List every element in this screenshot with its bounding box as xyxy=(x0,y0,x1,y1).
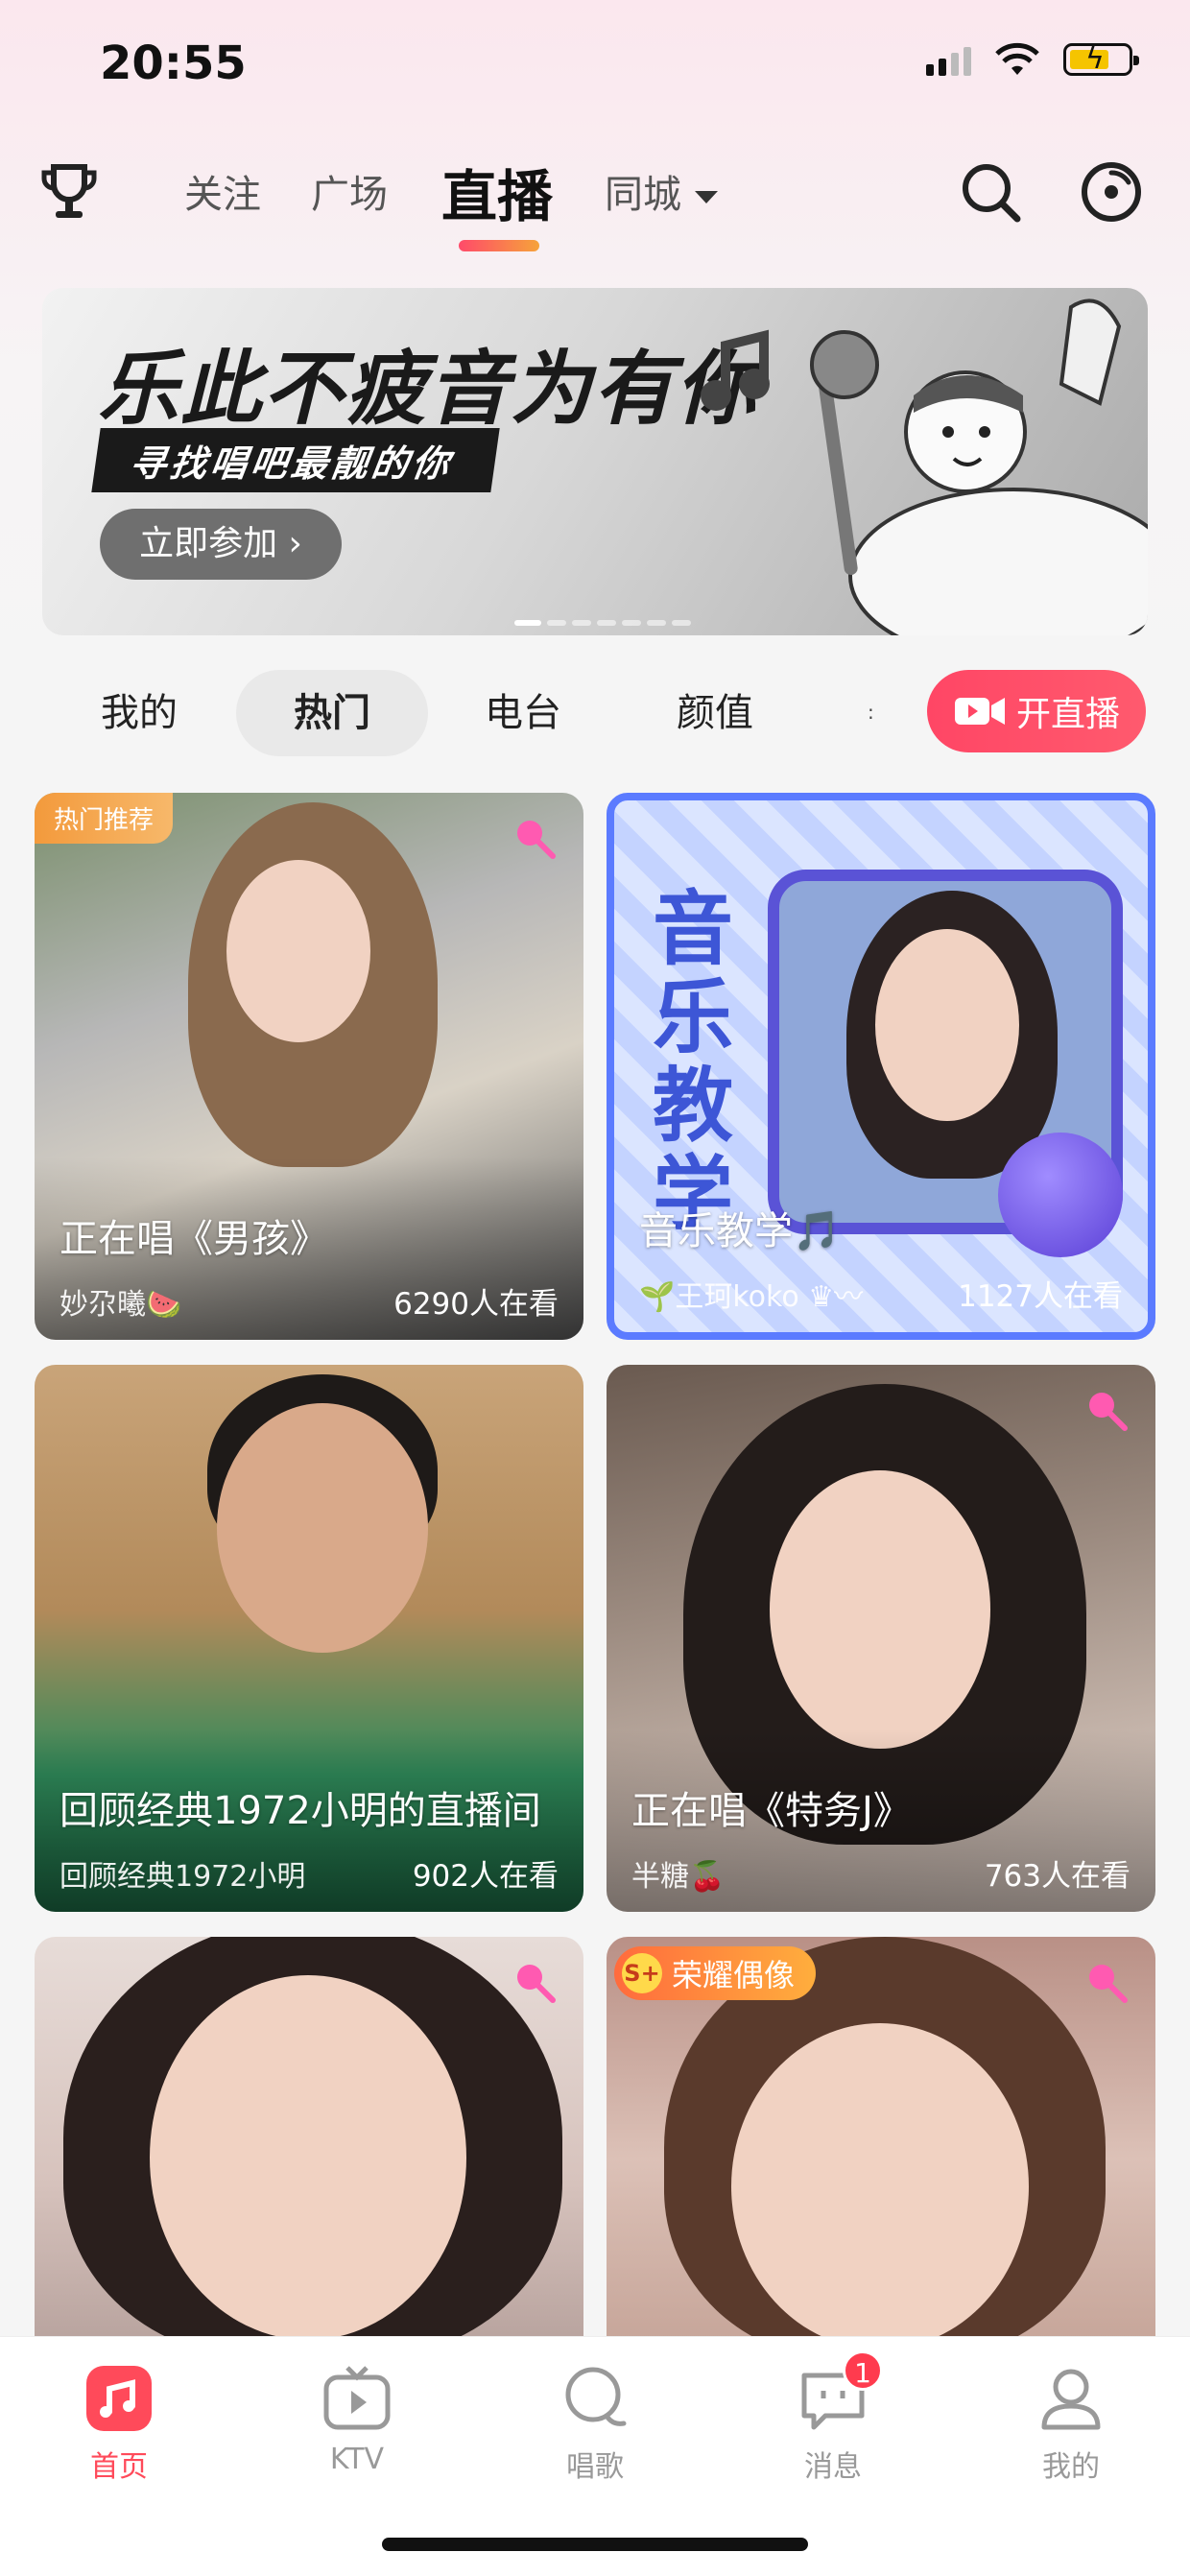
room-title: 音乐教学🎵 xyxy=(639,1209,841,1253)
start-live-label: 开直播 xyxy=(1015,695,1120,734)
category-mine[interactable]: 我的 xyxy=(67,670,211,756)
viewer-count: 1127人在看 xyxy=(958,1279,1123,1314)
tabbar-ktv[interactable]: KTV xyxy=(280,2362,434,2476)
category-radio[interactable]: 电台 xyxy=(451,670,595,756)
banner-subtitle: 寻找唱吧最靓的你 xyxy=(91,428,500,492)
microphone-icon xyxy=(1089,1965,1128,2003)
singer-illustration xyxy=(701,298,1148,635)
user-icon xyxy=(1035,2362,1107,2435)
tab-plaza[interactable]: 广场 xyxy=(311,163,388,219)
battery-icon: ϟ xyxy=(1063,42,1139,76)
s-plus-icon: S+ xyxy=(622,1953,662,1993)
music-planet-icon xyxy=(998,1133,1123,1257)
microphone-icon xyxy=(517,821,556,859)
cellular-signal-icon xyxy=(926,43,971,76)
unread-badge: 1 xyxy=(843,2350,883,2391)
wifi-icon xyxy=(995,42,1039,75)
tv-play-icon xyxy=(321,2362,393,2435)
tabbar-messages[interactable]: 1 消息 xyxy=(756,2350,910,2485)
tab-live[interactable]: 直播 xyxy=(441,152,553,232)
music-note-icon xyxy=(83,2362,155,2435)
music-teaching-vertical-title: 音乐教学 xyxy=(652,882,733,1241)
join-now-button[interactable]: 立即参加 › xyxy=(100,509,342,580)
top-navigation: 关注 广场 直播 同城 xyxy=(0,144,1190,259)
category-tabs: 我的 热门 电台 颜值 : 开直播 xyxy=(0,662,1190,768)
start-live-button[interactable]: 开直播 xyxy=(927,670,1146,752)
live-room-card[interactable]: S+ 荣耀偶像 xyxy=(607,1937,1155,2340)
host-name: 回顾经典1972小明 xyxy=(60,1860,306,1894)
live-room-card[interactable]: 音乐教学 音乐教学🎵 🌱王珂koko ♛〰 1127人在看 xyxy=(607,793,1155,1340)
live-room-card[interactable] xyxy=(35,1937,583,2340)
tabbar-home[interactable]: 首页 xyxy=(42,2362,196,2485)
status-bar: 20:55 ϟ xyxy=(0,0,1190,134)
tabbar-messages-label: 消息 xyxy=(804,2450,862,2484)
status-time: 20:55 xyxy=(100,36,247,90)
room-title: 正在唱《特务J》 xyxy=(631,1789,912,1833)
live-room-card[interactable]: 正在唱《特务J》 半糖🍒 763人在看 xyxy=(607,1365,1155,1912)
host-name: 妙尕曦🍉 xyxy=(60,1288,182,1322)
live-room-card[interactable]: 热门推荐 正在唱《男孩》 妙尕曦🍉 6290人在看 xyxy=(35,793,583,1340)
tab-nearby-label: 同城 xyxy=(605,173,681,217)
record-disc-icon[interactable] xyxy=(1077,157,1146,227)
microphone-icon xyxy=(1089,1393,1128,1431)
category-separator: : xyxy=(868,701,874,724)
tabbar-sing[interactable]: 唱歌 xyxy=(518,2362,672,2485)
viewer-count: 763人在看 xyxy=(984,1859,1130,1894)
tab-following[interactable]: 关注 xyxy=(184,163,261,219)
microphone-icon xyxy=(559,2362,631,2435)
host-name: 🌱王珂koko ♛〰 xyxy=(639,1280,864,1314)
category-looks[interactable]: 颜值 xyxy=(643,670,787,756)
trophy-icon[interactable] xyxy=(35,157,104,227)
active-tab-indicator xyxy=(459,240,539,251)
promo-banner[interactable]: 乐此不疲音为有你 寻找唱吧最靓的你 立即参加 › xyxy=(42,288,1148,635)
status-icons: ϟ xyxy=(926,42,1139,77)
microphone-icon xyxy=(517,1965,556,2003)
banner-pagination xyxy=(514,620,691,626)
host-name: 半糖🍒 xyxy=(631,1860,726,1894)
video-camera-icon xyxy=(954,698,1005,725)
glory-idol-label: 荣耀偶像 xyxy=(672,1957,796,1993)
search-icon[interactable] xyxy=(956,157,1025,227)
tabbar-profile-label: 我的 xyxy=(1042,2450,1100,2484)
room-title: 正在唱《男孩》 xyxy=(60,1217,328,1261)
viewer-count: 902人在看 xyxy=(412,1859,559,1894)
chat-bubble-icon: 1 xyxy=(797,2350,883,2435)
tabbar-ktv-label: KTV xyxy=(329,2443,385,2476)
hot-recommend-badge: 热门推荐 xyxy=(35,793,174,844)
tabbar-sing-label: 唱歌 xyxy=(566,2450,624,2484)
viewer-count: 6290人在看 xyxy=(393,1287,559,1322)
home-indicator[interactable] xyxy=(382,2538,808,2551)
category-hot[interactable]: 热门 xyxy=(236,670,428,756)
chevron-down-icon xyxy=(695,190,718,203)
tabbar-home-label: 首页 xyxy=(90,2450,148,2484)
room-title: 回顾经典1972小明的直播间 xyxy=(60,1789,541,1833)
glory-idol-badge: S+ 荣耀偶像 xyxy=(614,1946,817,2000)
tab-nearby[interactable]: 同城 xyxy=(605,163,718,219)
live-room-card[interactable]: 回顾经典1972小明的直播间 回顾经典1972小明 902人在看 xyxy=(35,1365,583,1912)
tabbar-profile[interactable]: 我的 xyxy=(994,2362,1148,2485)
